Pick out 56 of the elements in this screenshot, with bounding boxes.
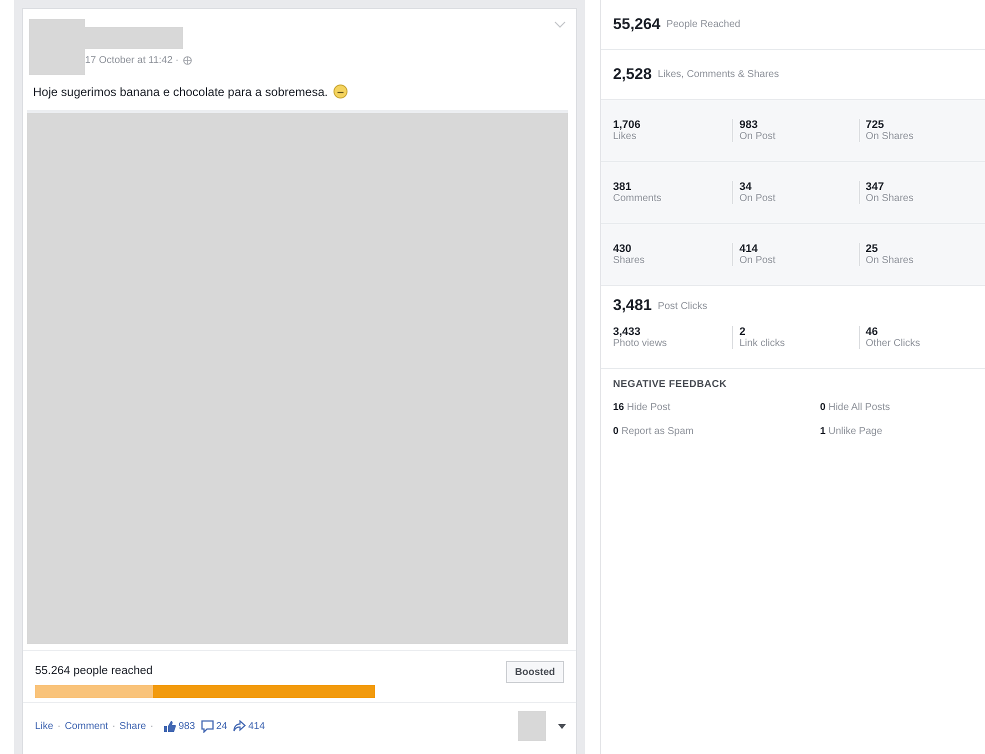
separator-dot: ·: [57, 720, 61, 732]
clicks-value: 3,481: [613, 297, 652, 315]
comment-count: 24: [216, 720, 228, 732]
metric-value: 983: [739, 118, 759, 132]
clicks-label: Post Clicks: [658, 300, 708, 312]
metric-value: 414: [739, 242, 759, 256]
speech-bubble-icon: [201, 720, 214, 732]
post-action-link[interactable]: Comment: [64, 720, 108, 732]
post-action-link[interactable]: Share: [119, 720, 146, 732]
post-action-link[interactable]: Like: [35, 720, 54, 732]
engagement-label: Likes, Comments & Shares: [658, 69, 779, 80]
metric-label: On Shares: [866, 131, 914, 142]
share-arrow-icon: [233, 720, 246, 732]
metric-label: On Post: [739, 193, 776, 204]
section-heading: NEGATIVE FEEDBACK: [613, 379, 728, 390]
metric-label: Shares: [613, 255, 646, 266]
metric-value: 430: [613, 242, 632, 256]
reach-value: 55,264: [613, 16, 660, 34]
metric-value: 347: [866, 180, 886, 194]
metric-label: Other Clicks: [866, 338, 922, 350]
metric-label: Link clicks: [739, 338, 786, 350]
feedback-stat: 0 Hide All Posts: [820, 402, 892, 413]
metric-value: 34: [739, 180, 753, 194]
metric-label: Photo views: [613, 338, 668, 350]
metric-label: Likes: [613, 131, 638, 142]
globe-icon: [182, 56, 192, 65]
caret-icon[interactable]: [558, 724, 566, 728]
metric-value: 725: [866, 118, 886, 132]
feedback-stat: 0 Report as Spam: [613, 426, 695, 437]
post-timestamp[interactable]: 17 October at 11:42 ·: [85, 55, 179, 66]
metric-label: On Post: [739, 255, 776, 266]
engagement-value: 2,528: [613, 66, 652, 84]
reach-text: 55.264 people reached: [35, 665, 153, 679]
avatar-placeholder: [518, 711, 546, 741]
avatar-placeholder: [29, 19, 85, 75]
post-text: Hoje sugerimos banana e chocolate para a sobremesa.: [33, 84, 328, 98]
feedback-stat: 1 Unlike Page: [820, 426, 884, 437]
metric-value: 381: [613, 180, 632, 194]
metric-value: 2: [739, 326, 746, 338]
separator-dot: ·: [112, 720, 116, 732]
metric-value: 25: [866, 242, 879, 256]
share-count: 414: [248, 720, 265, 732]
metric-label: On Shares: [866, 193, 914, 204]
like-count: 983: [178, 720, 196, 732]
metric-label: On Shares: [866, 255, 914, 266]
metric-label: Comments: [613, 193, 662, 204]
thumbs-up-icon: [163, 720, 176, 732]
feedback-stat: 16 Hide Post: [613, 402, 672, 413]
metric-value: 1,706: [613, 118, 642, 132]
metric-value: 3,433: [613, 326, 642, 338]
smiley-icon: [332, 84, 348, 99]
metric-value: 46: [866, 326, 879, 338]
separator-dot: ·: [150, 720, 154, 732]
boosted-button[interactable]: Boosted: [506, 661, 564, 683]
metric-label: On Post: [739, 131, 776, 142]
reach-label: People Reached: [666, 19, 740, 30]
